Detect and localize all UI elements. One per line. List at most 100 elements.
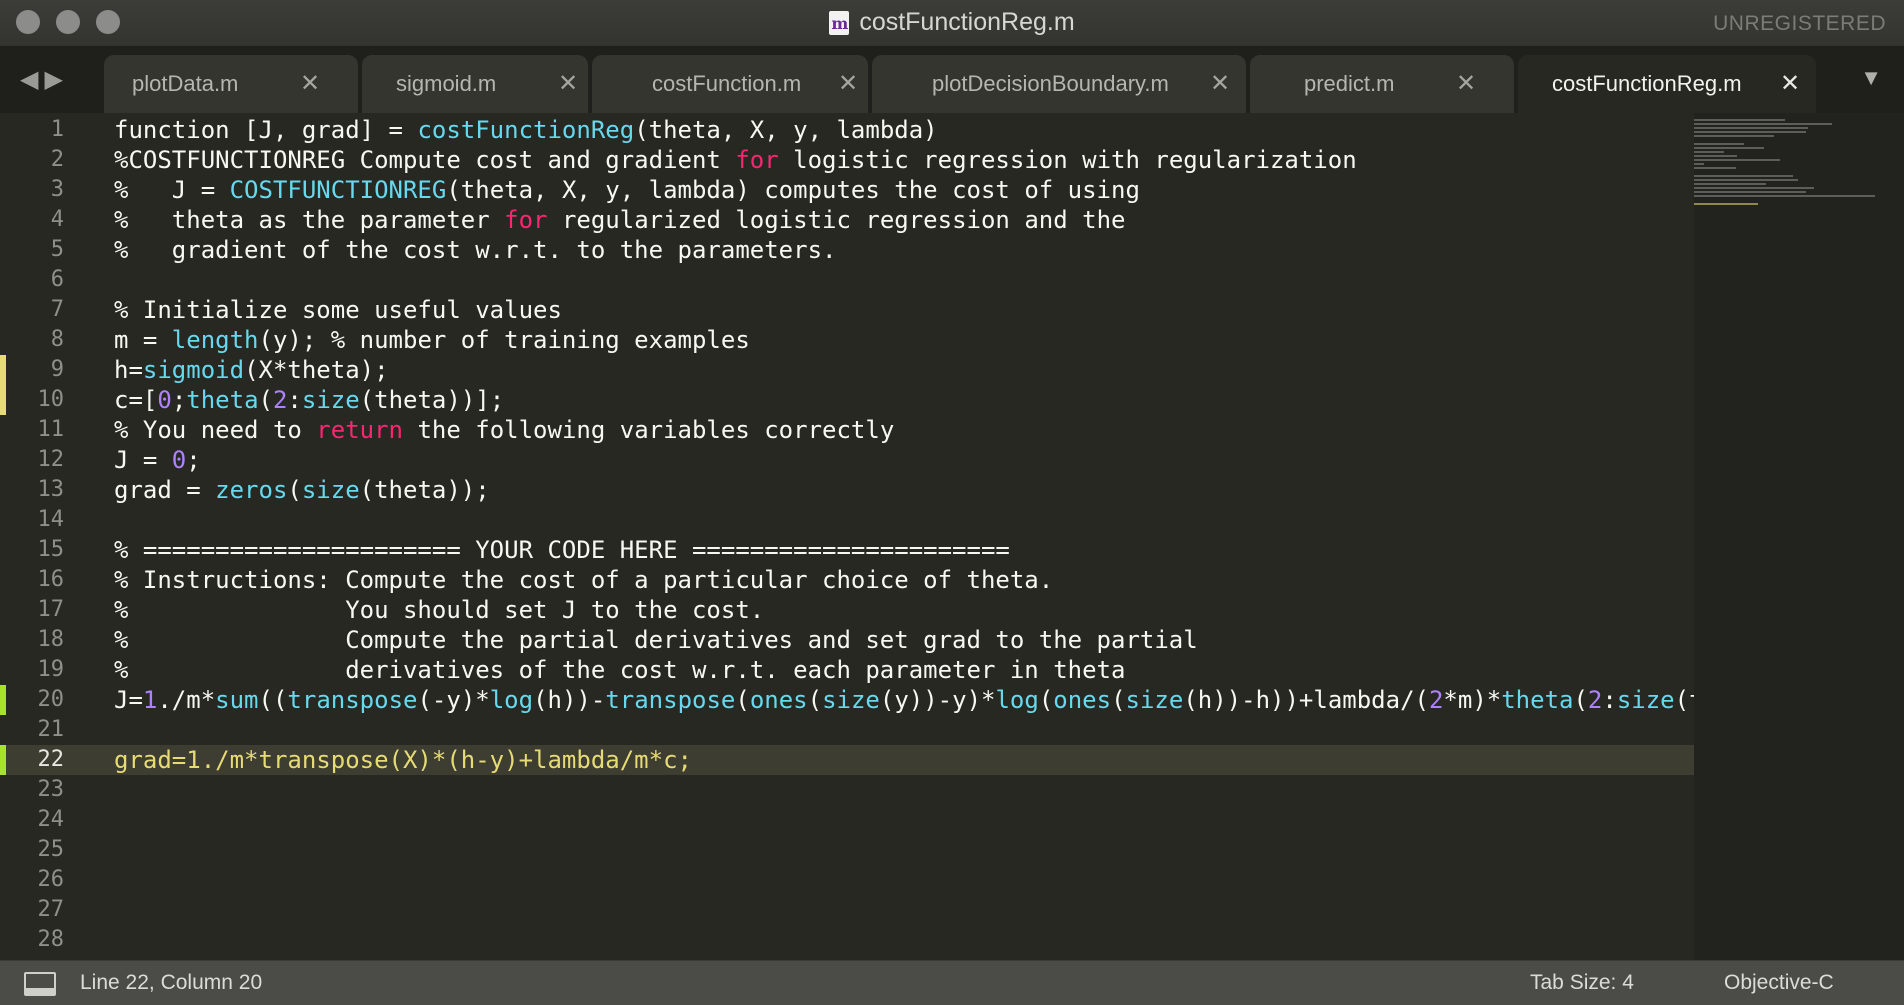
code-token: 0	[157, 386, 172, 414]
minimap-line	[1694, 155, 1738, 157]
line-number: 27	[37, 897, 65, 922]
tab-plotdata[interactable]: plotData.m ✕	[104, 55, 358, 113]
code-token: (theta, X, y, lambda)	[634, 116, 938, 144]
panel-toggle-icon[interactable]	[24, 972, 56, 996]
close-tab-icon[interactable]: ✕	[838, 69, 858, 98]
code-token: % You need to	[114, 416, 317, 444]
close-tab-icon[interactable]: ✕	[1456, 69, 1476, 98]
line-number: 23	[37, 777, 65, 802]
code-token: logistic regression with regularization	[778, 146, 1357, 174]
code-line[interactable]: function [J, grad] = costFunctionReg(the…	[114, 115, 938, 145]
code-token: %COSTFUNCTIONREG Compute cost and gradie…	[114, 146, 736, 174]
code-token: transpose	[287, 686, 418, 714]
close-tab-icon[interactable]: ✕	[1780, 69, 1800, 98]
tab-label: plotDecisionBoundary.m	[932, 71, 1169, 96]
code-token: 0	[171, 446, 187, 474]
code-line[interactable]: % J = COSTFUNCTIONREG(theta, X, y, lambd…	[114, 175, 1140, 205]
code-token: return	[316, 416, 403, 444]
code-line[interactable]: % gradient of the cost w.r.t. to the par…	[114, 235, 836, 265]
minimap-line	[1694, 203, 1758, 205]
tab-plotdecisionboundary[interactable]: plotDecisionBoundary.m ✕	[872, 55, 1246, 113]
line-number: 24	[37, 807, 65, 832]
code-area[interactable]: function [J, grad] = costFunctionReg(the…	[114, 113, 1694, 960]
forward-arrow-icon[interactable]: ▶	[44, 66, 68, 93]
close-tab-icon[interactable]: ✕	[300, 69, 320, 98]
code-line[interactable]: % You need to return the following varia…	[114, 415, 894, 445]
code-token: c=[	[114, 386, 158, 414]
minimap-line	[1694, 123, 1832, 125]
code-token: (theta, X, y, lambda) computes the cost …	[446, 176, 1140, 204]
code-line[interactable]: % derivatives of the cost w.r.t. each pa…	[114, 655, 1125, 685]
code-token: (y); % number of training examples	[258, 326, 750, 354]
code-token: size	[301, 476, 360, 504]
line-number: 15	[37, 537, 65, 562]
code-line[interactable]: % ====================== YOUR CODE HERE …	[114, 535, 1010, 565]
syntax-mode[interactable]: Objective-C	[1724, 971, 1834, 995]
code-token: ones	[749, 686, 808, 714]
code-token: grad =	[114, 476, 216, 504]
line-number: 20	[37, 687, 65, 712]
code-token: (	[1111, 686, 1126, 714]
code-token: theta	[1501, 686, 1574, 714]
code-token: m =	[114, 326, 172, 354]
code-token: for	[735, 146, 779, 174]
minimap-line	[1694, 143, 1744, 145]
minimap[interactable]	[1694, 113, 1904, 960]
code-token: (theta));	[359, 476, 490, 504]
code-line[interactable]: J=1./m*sum((transpose(-y)*log(h))-transp…	[114, 685, 1694, 715]
minimap-line	[1694, 191, 1806, 193]
line-number: 10	[37, 387, 65, 412]
code-token: (	[1573, 686, 1588, 714]
code-line[interactable]: % Initialize some useful values	[114, 295, 562, 325]
cursor-position[interactable]: Line 22, Column 20	[80, 971, 262, 995]
code-line[interactable]: J = 0;	[114, 445, 201, 475]
code-token: (theta))];	[359, 386, 505, 414]
tab-sigmoid[interactable]: sigmoid.m ✕	[362, 55, 588, 113]
line-number: 12	[37, 447, 65, 472]
tab-size[interactable]: Tab Size: 4	[1530, 971, 1634, 995]
code-line[interactable]: h=sigmoid(X*theta);	[114, 355, 389, 385]
code-token: (	[287, 476, 302, 504]
code-token: % ====================== YOUR CODE HERE …	[114, 536, 1010, 564]
code-token: size	[1125, 686, 1184, 714]
line-number: 16	[37, 567, 65, 592]
tab-costfunctionreg[interactable]: costFunctionReg.m ✕	[1518, 55, 1816, 113]
line-number: 4	[50, 207, 64, 232]
code-token: size	[301, 386, 360, 414]
line-number: 19	[37, 657, 65, 682]
code-line[interactable]: m = length(y); % number of training exam…	[114, 325, 750, 355]
line-number: 18	[37, 627, 65, 652]
code-token: log	[995, 686, 1039, 714]
close-tab-icon[interactable]: ✕	[1210, 69, 1230, 98]
code-line[interactable]: %COSTFUNCTIONREG Compute cost and gradie…	[114, 145, 1357, 175]
back-arrow-icon[interactable]: ◀	[20, 66, 44, 93]
code-token: ./m*	[157, 686, 216, 714]
code-token: zeros	[215, 476, 288, 504]
editor[interactable]: 1 2 3 4 5 6 7 8 9 10 11 12 13 14 15 16 17 18 19 20 21 22 23 24 2…	[0, 113, 1694, 960]
line-number: 13	[37, 477, 65, 502]
tab-menu-icon[interactable]: ▼	[1860, 65, 1882, 91]
code-line[interactable]: % Compute the partial derivatives and se…	[114, 625, 1198, 655]
code-token: (h))-	[533, 686, 606, 714]
code-token: sum	[215, 686, 259, 714]
code-token: % Instructions: Compute the cost of a pa…	[114, 566, 1054, 594]
close-tab-icon[interactable]: ✕	[558, 69, 578, 98]
code-token: % J =	[114, 176, 230, 204]
code-token: regularized logistic regression and the	[547, 206, 1126, 234]
minimap-line	[1694, 159, 1781, 161]
code-token: (	[735, 686, 750, 714]
tab-predict[interactable]: predict.m ✕	[1250, 55, 1514, 113]
code-line[interactable]: % theta as the parameter for regularized…	[114, 205, 1125, 235]
minimap-line	[1694, 183, 1766, 185]
line-number: 26	[37, 867, 65, 892]
code-token: (	[807, 686, 823, 714]
code-line[interactable]: grad = zeros(size(theta));	[114, 475, 490, 505]
code-token: % Compute the partial derivatives and se…	[114, 626, 1198, 654]
code-line[interactable]: c=[0;theta(2:size(theta))];	[114, 385, 504, 415]
tab-costfunction[interactable]: costFunction.m ✕	[592, 55, 868, 113]
code-line[interactable]: % You should set J to the cost.	[114, 595, 764, 625]
code-line[interactable]: grad=1./m*transpose(X)*(h-y)+lambda/m*c;	[114, 745, 692, 775]
code-token: size	[822, 686, 880, 714]
code-line[interactable]: % Instructions: Compute the cost of a pa…	[114, 565, 1053, 595]
code-token: transpose	[605, 686, 736, 714]
